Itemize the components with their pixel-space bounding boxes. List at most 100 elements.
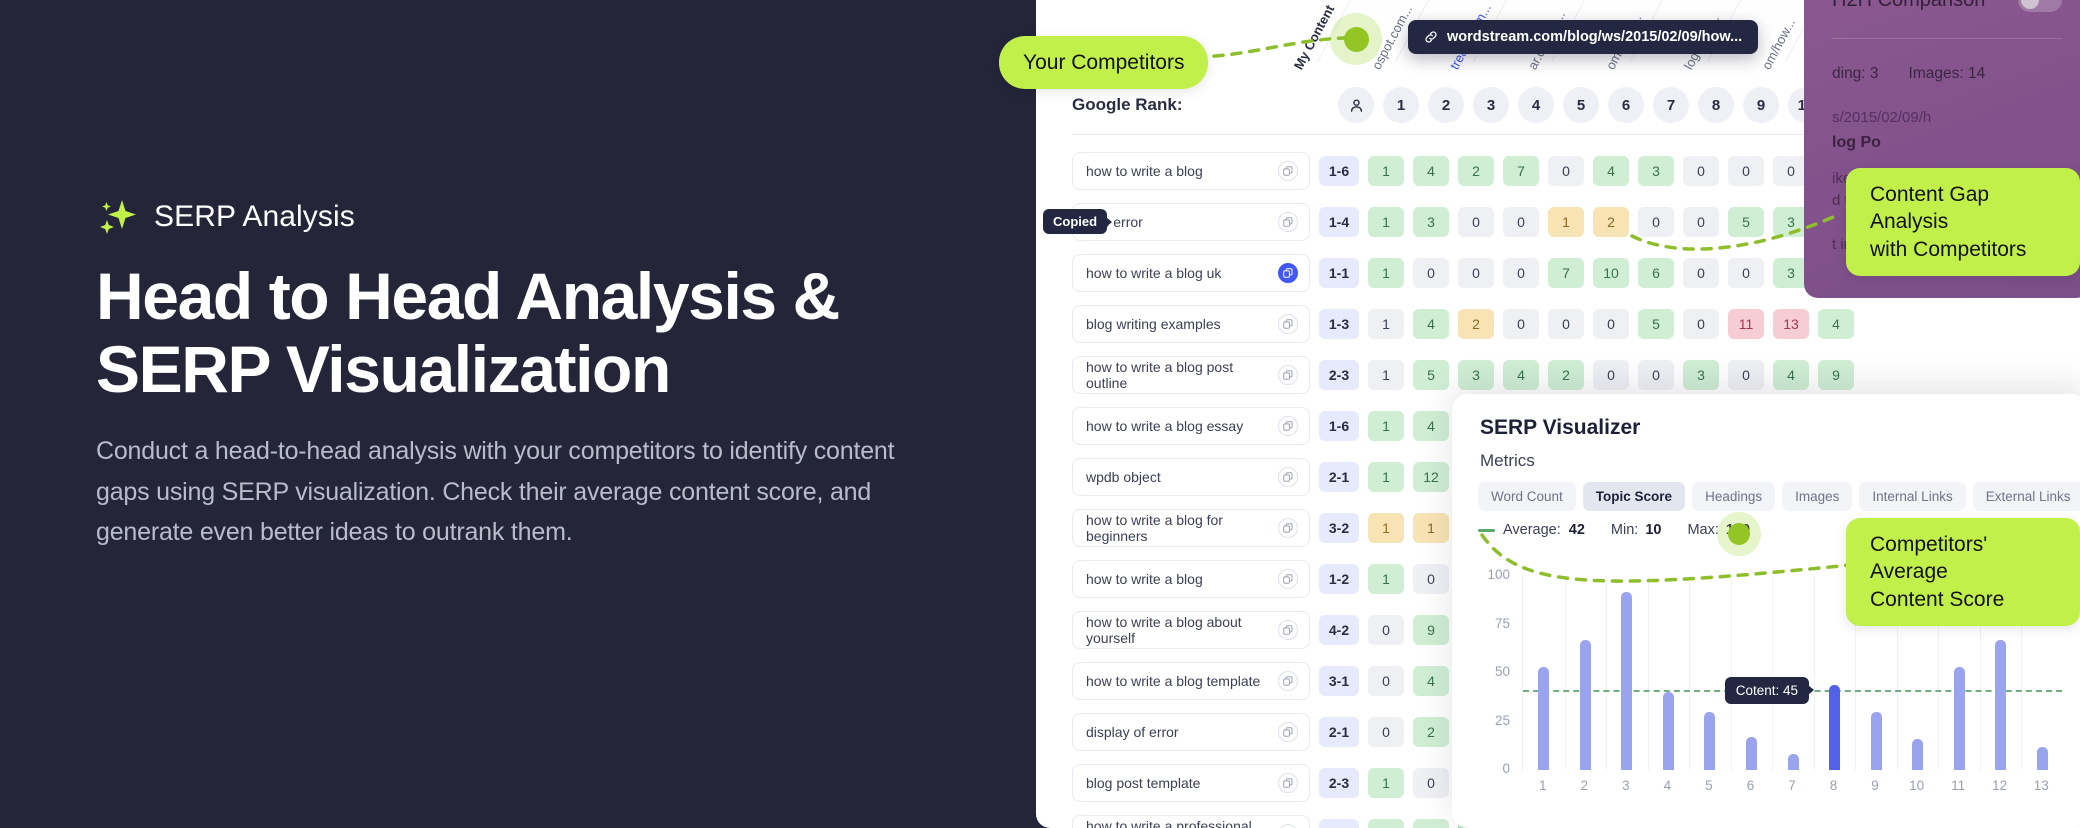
score-cell[interactable]: 0	[1638, 206, 1674, 237]
keyword-cell[interactable]: how to write a blog template	[1072, 661, 1310, 700]
score-cell[interactable]: 4	[1503, 359, 1539, 390]
score-cell[interactable]: 5	[1413, 359, 1449, 390]
chart-bar[interactable]	[1579, 640, 1591, 770]
score-cell[interactable]: 2	[1548, 359, 1584, 390]
score-cell[interactable]: 4	[1413, 410, 1449, 441]
score-cell[interactable]: 4	[1773, 359, 1809, 390]
copy-icon[interactable]	[1278, 772, 1298, 793]
copy-icon[interactable]	[1278, 619, 1298, 640]
score-cell[interactable]: 1	[1368, 206, 1404, 237]
score-cell[interactable]: 0	[1638, 359, 1674, 390]
score-cell[interactable]: 1	[1368, 767, 1404, 798]
score-cell[interactable]: 0	[1368, 665, 1404, 696]
score-cell[interactable]: 5	[1728, 206, 1764, 237]
keyword-cell[interactable]: how to write a blog uk	[1072, 253, 1310, 292]
score-cell[interactable]: 3	[1638, 155, 1674, 186]
keyword-cell[interactable]: how to write a blog	[1072, 151, 1310, 190]
score-cell[interactable]: 9	[1818, 359, 1854, 390]
score-cell[interactable]: 2	[1593, 206, 1629, 237]
chart-bar[interactable]	[1870, 711, 1882, 770]
score-cell[interactable]: 0	[1413, 563, 1449, 594]
score-cell[interactable]: 6	[1638, 257, 1674, 288]
tab-headings[interactable]: Headings	[1692, 482, 1776, 511]
copy-icon[interactable]	[1278, 466, 1298, 487]
keyword-cell[interactable]: wpdb object	[1072, 457, 1310, 496]
keyword-cell[interactable]: how to write a blog about yourself	[1072, 610, 1310, 649]
score-cell[interactable]: 0	[1593, 359, 1629, 390]
rank-pill-4[interactable]: 4	[1518, 87, 1554, 123]
rank-pill-3[interactable]: 3	[1473, 87, 1509, 123]
table-row[interactable]: how to write a blog post outline 2-3 1 5 3 4 2…	[1036, 354, 2080, 395]
table-row[interactable]: blog writing examples 1-3 1 4 2 0 0 0 5 0 11 13 4	[1036, 303, 2080, 344]
tab-topic-score[interactable]: Topic Score	[1582, 482, 1686, 511]
h2h-toggle[interactable]	[2018, 0, 2062, 12]
score-cell[interactable]: 0	[1503, 257, 1539, 288]
tab-internal-links[interactable]: Internal Links	[1859, 482, 1966, 511]
score-cell[interactable]: 3	[1683, 359, 1719, 390]
rank-pill-8[interactable]: 8	[1698, 87, 1734, 123]
score-cell[interactable]: 4	[1413, 308, 1449, 339]
score-cell[interactable]: 11	[1728, 308, 1764, 339]
copy-icon[interactable]	[1278, 517, 1298, 538]
copy-icon[interactable]	[1278, 721, 1298, 742]
chart-bar[interactable]	[1621, 591, 1633, 770]
chart-bar[interactable]	[1538, 667, 1550, 770]
copy-icon[interactable]	[1278, 670, 1298, 691]
score-cell[interactable]: 4	[1413, 665, 1449, 696]
score-cell[interactable]: 1	[1368, 512, 1404, 543]
chart-bar[interactable]	[1662, 692, 1674, 770]
tab-word-count[interactable]: Word Count	[1478, 482, 1576, 511]
chart-bar[interactable]	[1745, 737, 1757, 770]
score-cell[interactable]: 0	[1683, 206, 1719, 237]
score-cell[interactable]: 0	[1728, 359, 1764, 390]
score-cell[interactable]: 4	[1413, 155, 1449, 186]
score-cell[interactable]: 1	[1368, 359, 1404, 390]
rank-pill-1[interactable]: 1	[1383, 87, 1419, 123]
score-cell[interactable]: 7	[1548, 257, 1584, 288]
score-cell[interactable]: 2	[1458, 155, 1494, 186]
score-cell[interactable]: 0	[1458, 206, 1494, 237]
score-cell[interactable]: 8	[1413, 818, 1449, 828]
rank-pill-9[interactable]: 9	[1743, 87, 1779, 123]
score-cell[interactable]: 1	[1548, 206, 1584, 237]
score-cell[interactable]: 0	[1368, 716, 1404, 747]
score-cell[interactable]: 1	[1368, 461, 1404, 492]
score-cell[interactable]: 0	[1683, 257, 1719, 288]
keyword-cell[interactable]: display of error	[1072, 712, 1310, 751]
score-cell[interactable]: 9	[1413, 614, 1449, 645]
tab-external-links[interactable]: External Links	[1972, 482, 2080, 511]
score-cell[interactable]: 0	[1548, 308, 1584, 339]
keyword-cell[interactable]: how to write a blog essay	[1072, 406, 1310, 445]
score-cell[interactable]: 0	[1368, 614, 1404, 645]
score-cell[interactable]: 0	[1728, 155, 1764, 186]
score-cell[interactable]: 0	[1728, 257, 1764, 288]
score-cell[interactable]: 1	[1368, 563, 1404, 594]
copy-icon[interactable]	[1278, 364, 1298, 385]
score-cell[interactable]: 0	[1593, 308, 1629, 339]
score-cell[interactable]: 1	[1368, 818, 1404, 828]
score-cell[interactable]: 0	[1548, 155, 1584, 186]
score-cell[interactable]: 1	[1368, 155, 1404, 186]
score-cell[interactable]: 0	[1413, 767, 1449, 798]
keyword-cell[interactable]: how to write a blog for beginners	[1072, 508, 1310, 547]
copy-icon[interactable]	[1278, 211, 1298, 232]
chart-bar[interactable]	[1953, 667, 1965, 770]
score-cell[interactable]: 0	[1683, 155, 1719, 186]
rank-pill-7[interactable]: 7	[1653, 87, 1689, 123]
score-cell[interactable]: 0	[1503, 206, 1539, 237]
copy-icon[interactable]	[1278, 568, 1298, 589]
score-cell[interactable]: 7	[1503, 155, 1539, 186]
score-cell[interactable]: 0	[1683, 308, 1719, 339]
rank-pill-5[interactable]: 5	[1563, 87, 1599, 123]
keyword-cell[interactable]: how to write a blog	[1072, 559, 1310, 598]
keyword-cell[interactable]: blog post template	[1072, 763, 1310, 802]
rank-pill-2[interactable]: 2	[1428, 87, 1464, 123]
score-cell[interactable]: 3	[1458, 359, 1494, 390]
chart-bar[interactable]	[1787, 754, 1799, 770]
score-cell[interactable]: 0	[1413, 257, 1449, 288]
score-cell[interactable]: 1	[1368, 410, 1404, 441]
score-cell[interactable]: 3	[1413, 206, 1449, 237]
chart-bar[interactable]	[2036, 746, 2048, 770]
person-icon[interactable]	[1338, 87, 1374, 123]
keyword-cell[interactable]: blog writing examples	[1072, 304, 1310, 343]
